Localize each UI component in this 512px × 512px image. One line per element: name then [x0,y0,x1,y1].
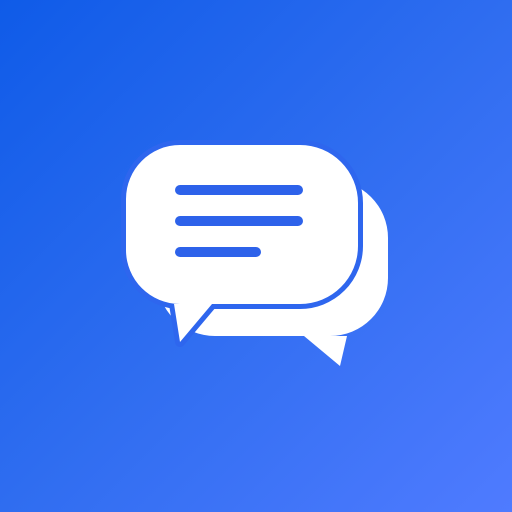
chat-bubbles-icon [121,140,388,366]
app-icon [0,0,512,512]
